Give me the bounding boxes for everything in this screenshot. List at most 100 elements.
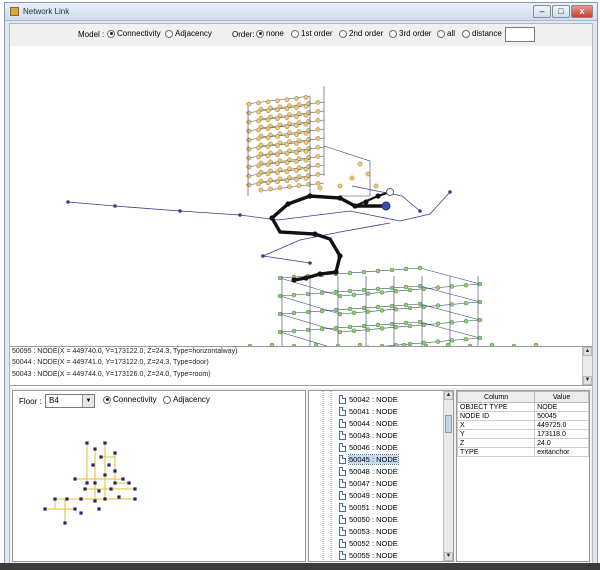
floor-plan-map[interactable] [15,413,303,559]
graph-node [303,158,309,163]
floor-node [113,451,117,455]
graph-node [265,144,271,150]
selected-node[interactable] [381,201,391,211]
graph-node [246,110,252,116]
order-3rd-radio[interactable]: 3rd order [389,29,431,38]
tree-item[interactable]: 50045 : NODE [339,454,399,465]
graph-node [305,291,311,297]
scroll-up-icon[interactable]: ▲ [444,391,453,400]
graph-node [403,266,409,272]
floor-node [103,497,107,501]
graph-node [265,162,271,168]
graph-node [361,323,367,329]
floor-panel: Floor : B4 ▼ Connectivity Adjacency [12,390,306,562]
close-button[interactable]: x [571,5,593,18]
graph-node [287,184,292,190]
graph-node [463,318,469,324]
path-node [285,201,291,207]
graph-node [246,164,252,170]
path-node [363,199,369,205]
model-connectivity-radio[interactable]: Connectivity [107,29,161,38]
graph-node [347,324,353,330]
graph-node [417,283,423,289]
graph-node [291,310,297,316]
graph-node [284,106,290,111]
tree-item[interactable]: 50051 : NODE [339,502,398,513]
scroll-thumb[interactable] [445,415,452,433]
column-header-value[interactable]: Value [534,391,589,403]
graph-node [303,167,309,172]
table-row[interactable]: Z 24.0 [456,438,589,448]
graph-node [303,149,309,154]
floor-connectivity-radio[interactable]: Connectivity [103,395,157,404]
graph-node [349,175,355,181]
table-row[interactable]: NODE ID 50045 [456,411,589,421]
graph-node [265,117,271,123]
graph-node [351,328,357,334]
order-1st-radio[interactable]: 1st order [291,29,333,38]
graph-node [284,97,290,102]
tree-item[interactable]: 50042 : NODE [339,394,398,405]
floor-adjacency-radio[interactable]: Adjacency [163,395,210,404]
radio-unselected-icon [291,29,299,38]
graph-node [407,323,413,329]
graph-node [379,290,385,295]
minimize-button[interactable]: – [533,5,551,18]
table-row[interactable]: X 449725.0 [456,420,589,430]
tree-item[interactable]: 50052 : NODE [339,538,398,549]
scroll-down-icon[interactable]: ▼ [583,376,592,385]
graph-node [315,145,321,150]
scroll-up-icon[interactable]: ▲ [583,347,592,356]
tree-item[interactable]: 50053 : NODE [339,526,398,537]
floor-node [93,499,97,503]
model-adjacency-radio[interactable]: Adjacency [165,29,212,38]
tree-scrollbar[interactable]: ▲ ▼ [443,391,453,561]
log-line: 50044 : NODE(X = 449741.0, Y=173122.0, Z… [12,359,209,366]
tree-item[interactable]: 50046 : NODE [339,442,398,453]
tree-item[interactable]: 50055 : NODE [339,550,398,561]
radio-label: none [266,29,284,38]
path-node [307,193,313,199]
tree-item[interactable]: 50043 : NODE [339,430,398,441]
distance-input[interactable] [505,27,535,42]
tree-item[interactable]: 50044 : NODE [339,418,398,429]
tree-item-label: 50044 : NODE [349,419,398,428]
scroll-down-icon[interactable]: ▼ [444,552,453,561]
graph-node [337,293,343,299]
table-row[interactable]: TYPE exitanchor [456,447,589,457]
table-row[interactable]: OBJECT TYPE NODE [456,402,589,412]
floor-node [97,507,101,511]
radio-selected-icon [103,395,111,404]
graph-node [113,204,117,208]
tree-item[interactable]: 50047 : NODE [339,478,398,489]
graph-node [365,327,371,332]
graph-node [449,338,455,343]
graph-node [435,339,441,344]
floor-select[interactable]: B4 ▼ [45,394,95,408]
tree-item-label: 50052 : NODE [349,539,398,548]
log-scrollbar[interactable]: ▲ ▼ [582,347,592,385]
table-row[interactable]: Y 173118.0 [456,429,589,439]
property-value-cell: exitanchor [534,447,589,457]
order-none-radio[interactable]: none [256,29,284,38]
floor-node [99,455,103,459]
graph-node [275,170,280,176]
document-icon [339,539,346,548]
chevron-down-icon[interactable]: ▼ [82,395,94,407]
tree-item[interactable]: 50048 : NODE [339,466,398,477]
graph-node [284,169,290,174]
tree-item[interactable]: 50041 : NODE [339,406,398,417]
maximize-button[interactable]: □ [552,5,570,18]
order-2nd-radio[interactable]: 2nd order [339,29,383,38]
graph-node [477,317,483,323]
tree-item[interactable]: 50050 : NODE [339,514,398,525]
graph-node [365,291,371,296]
network-3d-view[interactable] [10,46,592,353]
column-header-column[interactable]: Column [456,391,536,403]
order-all-radio[interactable]: all [437,29,455,38]
property-name-cell: NODE ID [456,411,536,421]
order-distance-radio[interactable]: distance [462,29,502,38]
radio-label: Connectivity [117,29,161,38]
tree-item[interactable]: 50049 : NODE [339,490,398,501]
property-value-cell: 24.0 [534,438,589,448]
